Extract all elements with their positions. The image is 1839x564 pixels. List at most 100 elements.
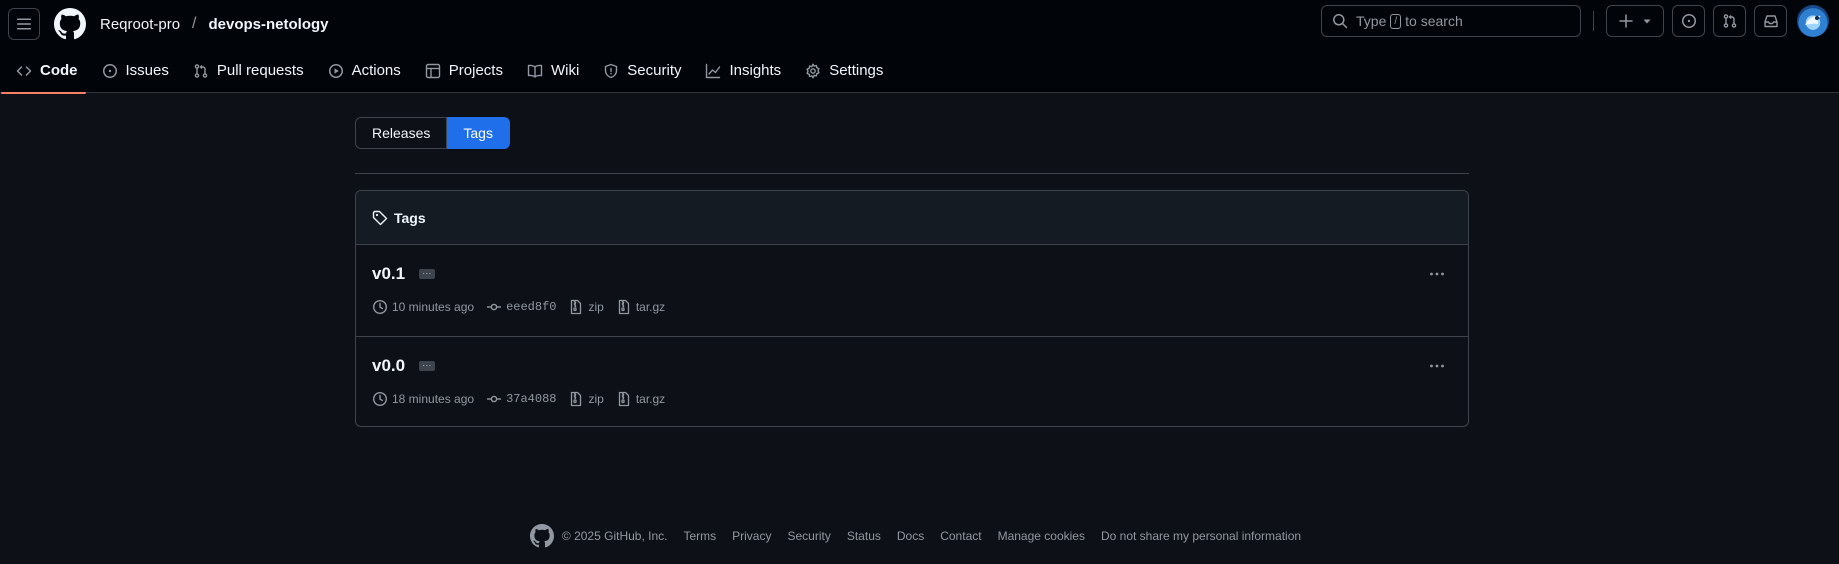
footer-link-security[interactable]: Security [787, 529, 830, 543]
kebab-horizontal-icon [1430, 364, 1444, 368]
footer-link-privacy[interactable]: Privacy [732, 529, 771, 543]
tag-time: 10 minutes ago [372, 299, 474, 315]
search-prefix: Type [1356, 13, 1387, 29]
inbox-icon [1763, 15, 1778, 28]
code-icon [16, 65, 32, 76]
tab-issues-label: Issues [125, 62, 169, 79]
tag-commit[interactable]: eeed8f0 [486, 299, 556, 315]
tag-meta: 10 minutes ago eeed8f0 zip tar.gz [372, 299, 1452, 315]
search-input[interactable]: Type / to search [1321, 5, 1581, 37]
inbox-button[interactable] [1754, 5, 1787, 37]
file-zip-icon [571, 299, 582, 315]
tab-security[interactable]: Security [595, 55, 689, 87]
tag-options-button[interactable] [1422, 355, 1452, 377]
git-commit-icon [487, 303, 502, 311]
tag-meta: 18 minutes ago 37a4088 zip tar.gz [372, 391, 1452, 407]
tags-box-header: Tags [356, 191, 1468, 245]
clock-icon [372, 299, 388, 315]
search-shortcut-key: / [1390, 13, 1402, 29]
zip-link[interactable]: zip [588, 300, 603, 314]
zip-download[interactable]: zip [568, 391, 604, 407]
tag-row: v0.1 ··· 10 minutes ago eeed8f0 zip tar.… [356, 245, 1468, 336]
breadcrumb-separator: / [192, 15, 197, 32]
tab-projects-label: Projects [448, 62, 503, 79]
targz-link[interactable]: tar.gz [636, 300, 665, 314]
book-icon [527, 64, 543, 78]
git-pull-request-icon [194, 63, 208, 78]
three-bars-icon [17, 18, 31, 30]
tab-wiki-label: Wiki [550, 62, 580, 79]
footer-link-do-not-share[interactable]: Do not share my personal information [1101, 529, 1301, 543]
targz-link[interactable]: tar.gz [636, 392, 665, 406]
tag-icon [372, 210, 388, 225]
tags-button[interactable]: Tags [447, 117, 510, 149]
breadcrumb: Reqroot-pro / devops-netology [100, 15, 329, 33]
file-zip-icon [618, 391, 629, 407]
github-mark-icon[interactable] [529, 524, 554, 548]
tab-settings[interactable]: Settings [797, 55, 891, 87]
tab-insights-label: Insights [729, 62, 782, 79]
tab-issues[interactable]: Issues [94, 55, 177, 87]
tab-security-label: Security [627, 62, 682, 79]
footer-link-terms[interactable]: Terms [683, 529, 716, 543]
releases-tags-toggle: Releases Tags [355, 117, 1469, 149]
app-header: Reqroot-pro / devops-netology Type / to … [0, 0, 1839, 94]
tag-time-text: 10 minutes ago [392, 300, 475, 314]
git-commit-icon [487, 395, 502, 403]
expand-commit-message-button[interactable]: ··· [419, 361, 436, 371]
repo-link[interactable]: devops-netology [209, 16, 329, 33]
tab-code[interactable]: Code [1, 55, 86, 94]
git-pull-request-icon [1723, 14, 1736, 28]
tag-time-text: 18 minutes ago [392, 392, 475, 406]
tab-actions-label: Actions [351, 62, 401, 79]
tag-name-link[interactable]: v0.1 [372, 264, 405, 284]
commit-sha-link[interactable]: eeed8f0 [506, 300, 556, 314]
targz-download[interactable]: tar.gz [616, 299, 665, 315]
tab-insights[interactable]: Insights [697, 55, 789, 87]
tab-pull-requests[interactable]: Pull requests [185, 55, 312, 87]
zip-link[interactable]: zip [588, 392, 603, 406]
footer-link-docs[interactable]: Docs [897, 529, 924, 543]
releases-button[interactable]: Releases [355, 117, 448, 149]
tab-pull-requests-label: Pull requests [216, 62, 304, 79]
kebab-horizontal-icon [1430, 272, 1444, 276]
zip-download[interactable]: zip [568, 299, 604, 315]
avatar-image-icon [1805, 15, 1821, 25]
tag-name-link[interactable]: v0.0 [372, 356, 405, 376]
footer-copyright: © 2025 GitHub, Inc. [561, 529, 668, 543]
footer-link-status[interactable]: Status [847, 529, 881, 543]
footer-link-manage-cookies[interactable]: Manage cookies [998, 529, 1085, 543]
table-icon [425, 63, 440, 78]
header-divider [1593, 11, 1594, 31]
issues-button[interactable] [1672, 5, 1705, 37]
pull-requests-button[interactable] [1713, 5, 1746, 37]
github-logo-icon[interactable] [54, 8, 86, 40]
commit-sha-link[interactable]: 37a4088 [506, 392, 556, 406]
issue-opened-icon [1681, 14, 1696, 28]
tab-actions[interactable]: Actions [320, 55, 409, 87]
tab-wiki[interactable]: Wiki [519, 55, 587, 87]
targz-download[interactable]: tar.gz [616, 391, 665, 407]
section-divider [355, 173, 1469, 174]
tags-box-title: Tags [394, 209, 426, 226]
issue-opened-icon [102, 63, 117, 78]
graph-icon [706, 63, 721, 78]
user-avatar[interactable] [1797, 5, 1829, 37]
create-new-button[interactable] [1606, 5, 1664, 37]
search-suffix: to search [1405, 13, 1463, 29]
tab-code-label: Code [40, 62, 78, 79]
repo-nav: Code Issues Pull requests Actions Projec… [0, 48, 1839, 94]
expand-commit-message-button[interactable]: ··· [419, 269, 436, 279]
clock-icon [372, 391, 388, 407]
open-menu-button[interactable] [8, 8, 40, 40]
tag-options-button[interactable] [1422, 263, 1452, 285]
tag-time: 18 minutes ago [372, 391, 474, 407]
tag-commit[interactable]: 37a4088 [486, 391, 556, 407]
header-actions: Type / to search [1321, 5, 1829, 37]
owner-link[interactable]: Reqroot-pro [100, 16, 180, 33]
tab-projects[interactable]: Projects [417, 55, 511, 87]
tags-box: Tags v0.1 ··· 10 minutes ago eeed8f0 zip… [355, 190, 1469, 427]
footer-link-contact[interactable]: Contact [940, 529, 981, 543]
tab-settings-label: Settings [829, 62, 884, 79]
file-zip-icon [571, 391, 582, 407]
